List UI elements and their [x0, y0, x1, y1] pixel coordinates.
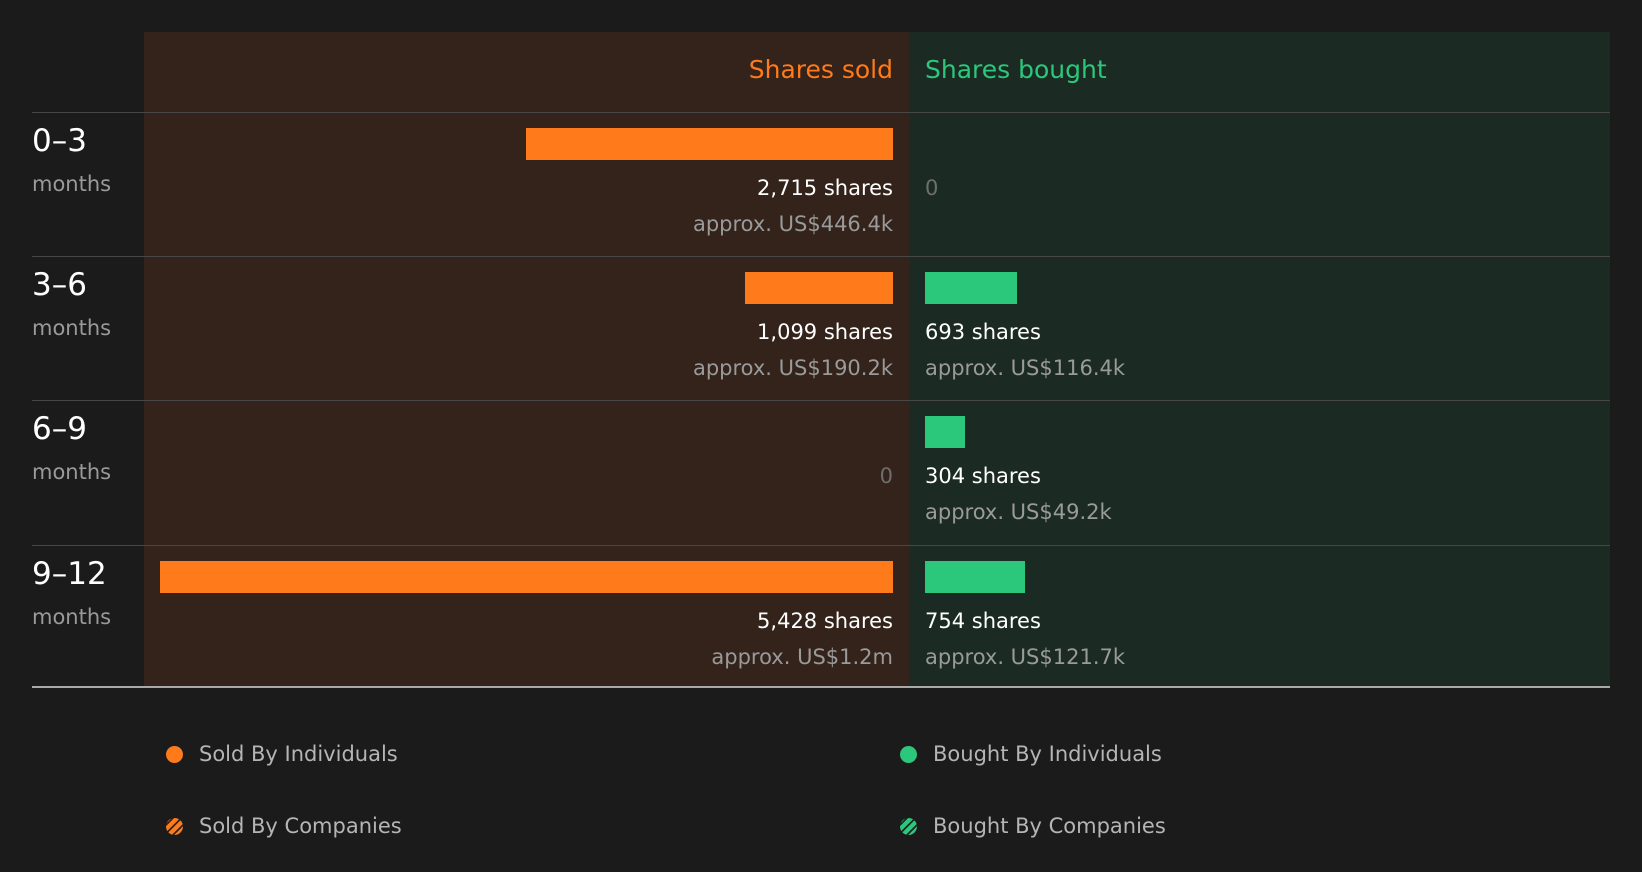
- shares-sold-header: Shares sold: [748, 55, 893, 84]
- bought-companies-hatched-dot-icon: [900, 817, 917, 835]
- row-range-label: 0–3: [32, 123, 87, 159]
- bought-bar: [925, 561, 1025, 593]
- sold-companies-hatched-dot-icon: [166, 817, 183, 835]
- insider-trading-chart: Shares sold Shares bought 0–3 months 2,715…: [0, 0, 1642, 700]
- sold-zero-label: 0: [879, 464, 893, 488]
- legend-label-sold-companies: Sold By Companies: [199, 814, 402, 838]
- row-range-label: 3–6: [32, 267, 87, 303]
- bought-shares-label: 693 shares: [925, 320, 1041, 344]
- sold-bar: [745, 272, 893, 304]
- sold-value-label: approx. US$446.4k: [692, 212, 893, 236]
- sold-bar: [160, 561, 893, 593]
- bought-shares-label: 754 shares: [925, 609, 1041, 633]
- row-unit-label: months: [32, 316, 112, 340]
- bought-value-label: approx. US$116.4k: [925, 356, 1126, 380]
- row-range-label: 6–9: [32, 411, 87, 447]
- sold-shares-label: 1,099 shares: [757, 320, 893, 344]
- bought-bar: [925, 272, 1017, 304]
- bought-zero-label: 0: [925, 176, 939, 200]
- row-divider: [32, 256, 1610, 257]
- legend-item-sold-individuals: Sold By Individuals: [166, 739, 398, 769]
- shares-bought-header: Shares bought: [925, 55, 1107, 84]
- row-range-label: 9–12: [32, 556, 107, 592]
- sold-shares-label: 2,715 shares: [757, 176, 893, 200]
- row-divider: [32, 545, 1610, 546]
- row-unit-label: months: [32, 605, 112, 629]
- row-unit-label: months: [32, 460, 112, 484]
- bought-bar: [925, 416, 965, 448]
- sold-bar: [526, 128, 893, 160]
- bought-value-label: approx. US$49.2k: [925, 500, 1112, 524]
- row-unit-label: months: [32, 172, 112, 196]
- legend-label-sold-individuals: Sold By Individuals: [199, 742, 398, 766]
- legend-item-sold-companies: Sold By Companies: [166, 811, 402, 841]
- legend-item-bought-companies: Bought By Companies: [900, 811, 1166, 841]
- bought-shares-label: 304 shares: [925, 464, 1041, 488]
- sold-value-label: approx. US$190.2k: [692, 356, 893, 380]
- legend-label-bought-companies: Bought By Companies: [933, 814, 1166, 838]
- sold-individuals-dot-icon: [166, 745, 183, 763]
- bought-value-label: approx. US$121.7k: [925, 645, 1126, 669]
- legend-item-bought-individuals: Bought By Individuals: [900, 739, 1162, 769]
- row-divider: [32, 112, 1610, 113]
- bought-individuals-dot-icon: [900, 745, 917, 763]
- chart-baseline: [32, 686, 1610, 688]
- sold-shares-label: 5,428 shares: [757, 609, 893, 633]
- legend: Sold By Individuals Bought By Individual…: [0, 700, 1642, 872]
- row-divider: [32, 400, 1610, 401]
- sold-value-label: approx. US$1.2m: [711, 645, 893, 669]
- legend-label-bought-individuals: Bought By Individuals: [933, 742, 1162, 766]
